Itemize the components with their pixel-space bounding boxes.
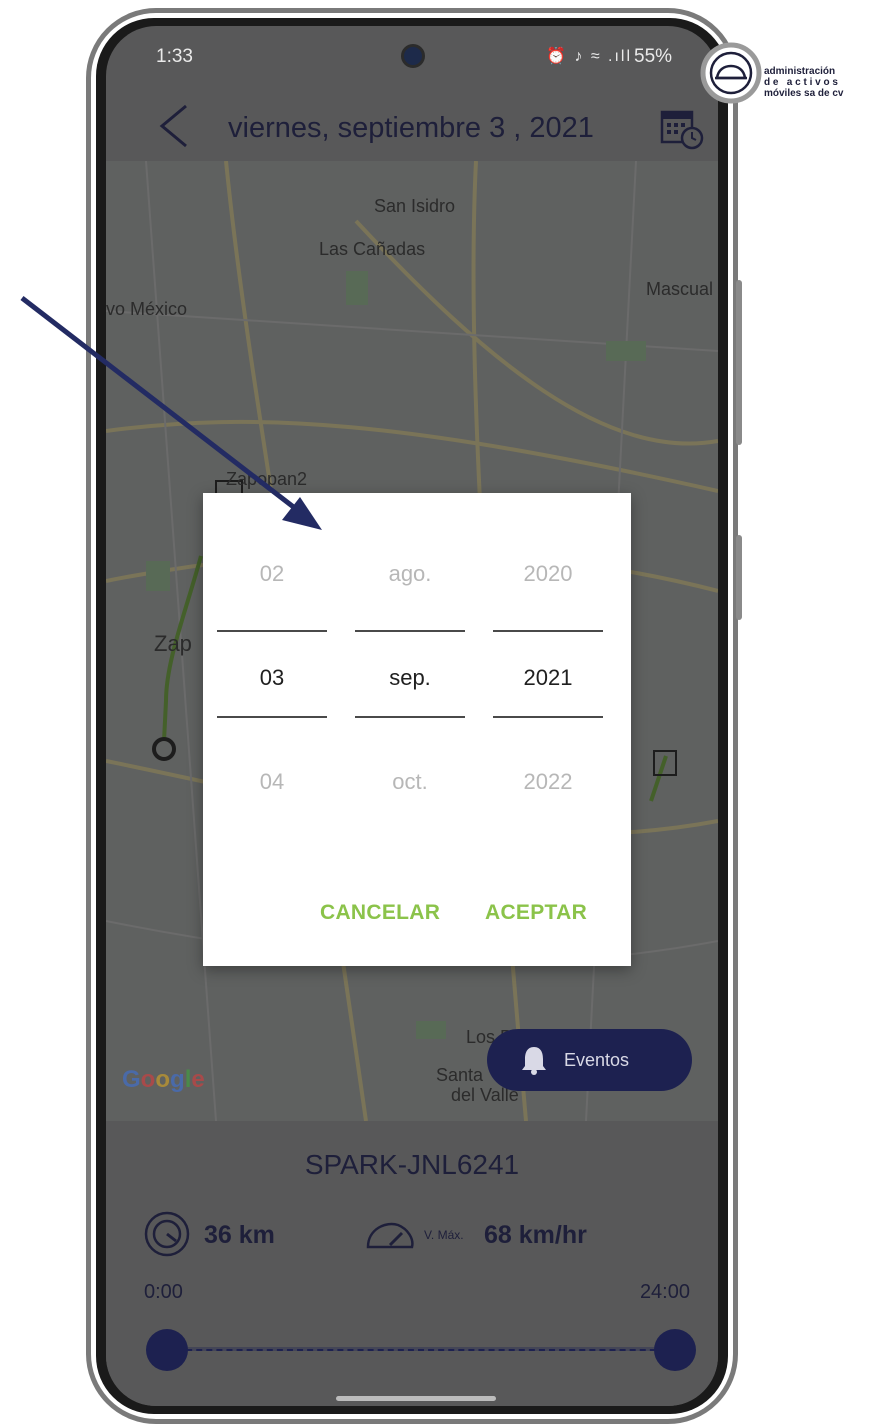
selected-date-title: viernes, septiembre 3 , 2021 xyxy=(228,112,594,144)
accept-button[interactable]: ACEPTAR xyxy=(485,901,587,925)
cancel-button[interactable]: CANCELAR xyxy=(320,901,440,925)
google-logo: Google xyxy=(122,1066,205,1093)
eventos-button[interactable]: Eventos xyxy=(487,1029,692,1091)
year-divider-top xyxy=(493,630,603,632)
date-picker-dialog: 02 03 04 ago. sep. oct. 2020 2021 2022 C… xyxy=(203,493,631,966)
day-next[interactable]: 04 xyxy=(217,769,327,795)
time-range-dotted-line xyxy=(166,1349,676,1351)
logo-line-3: móviles sa de cv xyxy=(764,88,844,99)
day-divider-bottom xyxy=(217,716,327,718)
volume-button xyxy=(736,280,742,445)
status-time: 1:33 xyxy=(156,46,193,67)
trip-summary-panel: SPARK-JNL6241 36 km V. Máx. 68 km/hr 0:0… xyxy=(106,1121,718,1406)
max-speed-label: V. Máx. xyxy=(424,1228,464,1242)
distance-value: 36 km xyxy=(204,1221,275,1249)
car-logo-icon xyxy=(700,42,762,104)
range-start-handle[interactable] xyxy=(146,1329,188,1371)
range-end-handle[interactable] xyxy=(654,1329,696,1371)
company-name: administración d e a c t i v o s móviles… xyxy=(764,66,844,99)
day-prev[interactable]: 02 xyxy=(217,561,327,587)
timeline-start-label: 0:00 xyxy=(144,1281,183,1303)
logo-line-2: d e a c t i v o s xyxy=(764,77,838,88)
power-button xyxy=(736,535,742,620)
day-divider-top xyxy=(217,630,327,632)
map-label: San Isidro xyxy=(374,196,456,216)
map-label: Mascual xyxy=(646,279,714,299)
odometer-icon xyxy=(144,1211,190,1257)
logo-line-1: administración xyxy=(764,66,836,77)
month-divider-bottom xyxy=(355,716,465,718)
app-header: viernes, septiembre 3 , 2021 xyxy=(106,86,718,161)
vehicle-name: SPARK-JNL6241 xyxy=(304,1149,520,1180)
month-next[interactable]: oct. xyxy=(355,769,465,795)
company-logo: administración d e a c t i v o s móviles… xyxy=(700,42,887,112)
bell-icon xyxy=(522,1047,546,1075)
map-label: Zapopan2 xyxy=(226,469,308,489)
map-label: Las Cañadas xyxy=(319,239,426,259)
eventos-label: Eventos xyxy=(564,1050,630,1070)
speedometer-icon xyxy=(366,1222,414,1249)
month-prev[interactable]: ago. xyxy=(355,561,465,587)
year-selected[interactable]: 2021 xyxy=(493,665,603,691)
month-selected[interactable]: sep. xyxy=(355,665,465,691)
month-divider-top xyxy=(355,630,465,632)
map-label: Santa xyxy=(436,1065,484,1085)
year-divider-bottom xyxy=(493,716,603,718)
back-arrow-icon[interactable] xyxy=(156,104,190,148)
status-icons: ⏰ ♪ ≈ .ıll xyxy=(546,48,633,65)
year-next[interactable]: 2022 xyxy=(493,769,603,795)
map-label: Zap xyxy=(154,631,192,656)
front-camera xyxy=(401,44,425,68)
year-prev[interactable]: 2020 xyxy=(493,561,603,587)
calendar-clock-icon[interactable] xyxy=(660,106,704,150)
status-bar: 1:33 ⏰ ♪ ≈ .ıll 55% xyxy=(106,26,718,86)
battery-level: 55% xyxy=(634,46,673,67)
timeline-end-label: 24:00 xyxy=(639,1281,690,1303)
map-label: vo México xyxy=(106,299,188,319)
max-speed-value: 68 km/hr xyxy=(484,1221,587,1249)
day-selected[interactable]: 03 xyxy=(217,665,327,691)
home-indicator[interactable] xyxy=(336,1396,496,1401)
